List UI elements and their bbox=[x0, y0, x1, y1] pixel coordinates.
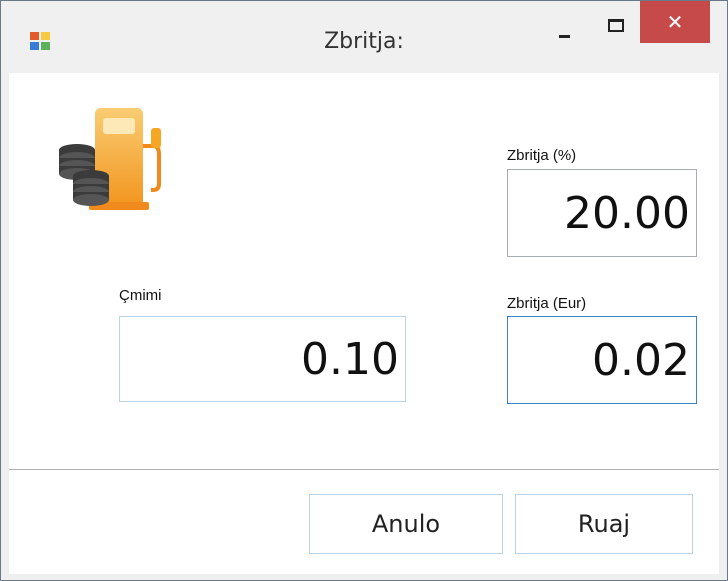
discount-percent-input[interactable] bbox=[508, 170, 696, 256]
close-button[interactable]: ✕ bbox=[640, 1, 710, 43]
save-button[interactable]: Ruaj bbox=[515, 494, 693, 554]
close-icon: ✕ bbox=[666, 10, 684, 34]
discount-eur-input[interactable] bbox=[508, 317, 696, 403]
discount-percent-label: Zbritja (%) bbox=[507, 147, 577, 164]
dialog-footer: Anulo Ruaj bbox=[9, 470, 719, 574]
cancel-button[interactable]: Anulo bbox=[309, 494, 503, 554]
price-input[interactable] bbox=[120, 317, 405, 401]
price-label: Çmimi bbox=[119, 287, 162, 304]
discount-eur-field[interactable] bbox=[507, 316, 697, 404]
minimize-button[interactable] bbox=[541, 1, 587, 46]
dialog-client-area: Zbritja (%) Çmimi Zbritja (Eur) Anulo Ru… bbox=[9, 73, 719, 574]
discount-percent-field[interactable] bbox=[507, 169, 697, 257]
discount-eur-label: Zbritja (Eur) bbox=[507, 295, 587, 312]
title-bar[interactable]: Zbritja: ✕ bbox=[1, 1, 727, 73]
dialog-window: Zbritja: ✕ Zbritja (%) 20.00 Çmimi 0.10 … bbox=[0, 0, 728, 581]
fuel-coins-icon bbox=[59, 108, 161, 210]
maximize-button[interactable] bbox=[593, 1, 639, 46]
price-field[interactable] bbox=[119, 316, 406, 402]
